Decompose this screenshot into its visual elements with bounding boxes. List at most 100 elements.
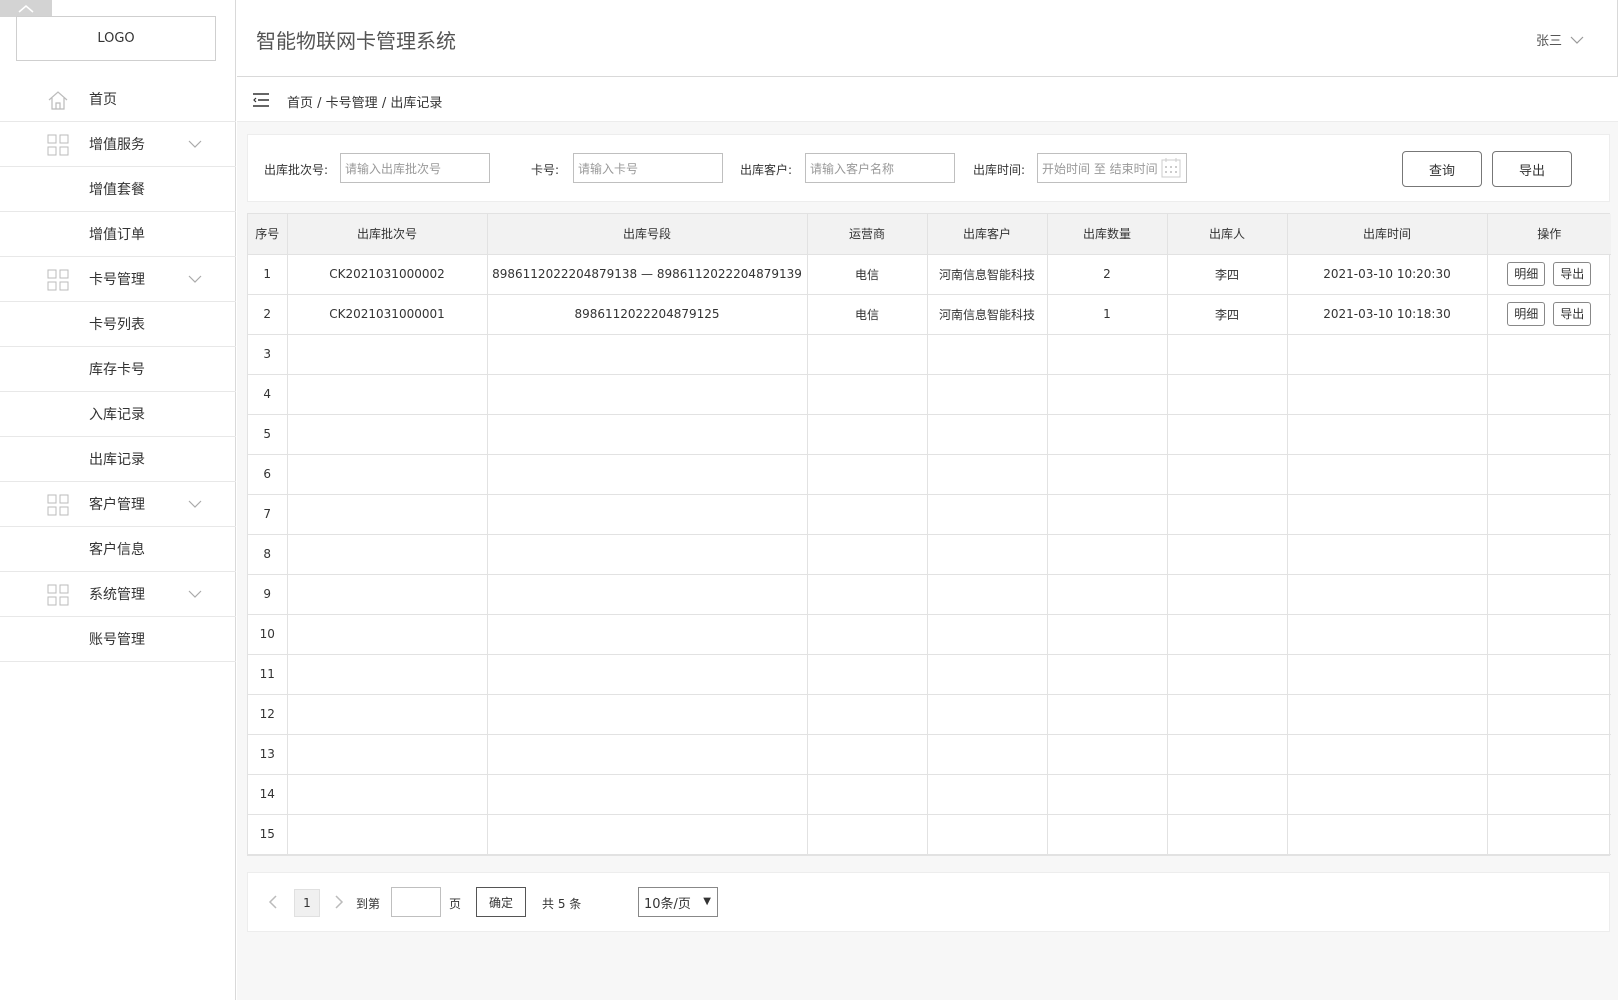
table-cell-operator [1167,694,1288,735]
table-cell-actions [1487,614,1611,655]
row-export-button[interactable]: 导出 [1553,302,1592,326]
table-cell-carrier [807,454,928,495]
table-cell-range [487,534,808,575]
table-cell-batch [287,334,488,375]
sidebar-item-inbound-records[interactable]: 入库记录 [0,392,236,437]
page-number[interactable]: 1 [294,889,320,917]
time-label: 出库时间: [973,163,1026,177]
table-header-row: 序号 出库批次号 出库号段 运营商 出库客户 出库数量 出库人 出库时间 操作 [248,214,1611,255]
sidebar-item-account-management[interactable]: 账号管理 [0,617,236,662]
table-cell-range [487,414,808,455]
customer-placeholder: 请输入客户名称 [810,161,895,176]
row-export-button[interactable]: 导出 [1553,262,1592,286]
table-row: 5 [248,414,1611,455]
table-cell-customer [927,374,1048,415]
sidebar-item-label: 增值套餐 [89,182,145,198]
table-cell-batch [287,814,488,855]
breadcrumb-bar: 首页 / 卡号管理 / 出库记录 [237,78,1618,122]
batch-input[interactable]: 请输入出库批次号 [340,153,490,183]
table-cell-customer [927,654,1048,695]
table-cell-time [1287,694,1488,735]
table-cell-operator [1167,494,1288,535]
goto-page-input[interactable] [391,887,441,917]
card-input[interactable]: 请输入卡号 [573,153,723,183]
sidebar-item-customer-info[interactable]: 客户信息 [0,527,236,572]
sidebar-item-system-management[interactable]: 系统管理 [0,572,236,617]
table-cell-carrier [807,414,928,455]
home-icon [48,91,68,110]
sidebar-item-home[interactable]: 首页 [0,77,236,122]
table-cell-qty [1047,614,1168,655]
table-cell-qty [1047,534,1168,575]
sidebar-item-label: 客户信息 [89,542,145,558]
column-header: 序号 [248,214,288,255]
table-cell-range [487,334,808,375]
table-cell-carrier [807,654,928,695]
table-cell-actions: 明细 导出 [1487,254,1611,295]
table-cell-batch [287,654,488,695]
table-cell-time [1287,334,1488,375]
table-cell-operator [1167,814,1288,855]
table-cell-idx: 12 [248,694,288,735]
grid-icon [47,584,69,606]
table-row: 8 [248,534,1611,575]
breadcrumb-home[interactable]: 首页 [287,96,313,111]
customer-input[interactable]: 请输入客户名称 [805,153,955,183]
confirm-button[interactable]: 确定 [476,887,526,917]
table-cell-batch [287,494,488,535]
date-range-input[interactable]: 开始时间 至 结束时间 [1037,153,1187,183]
sidebar-item-value-packages[interactable]: 增值套餐 [0,167,236,212]
page-size-select[interactable]: 10条/页 ▼ [638,887,718,917]
column-header: 出库数量 [1047,214,1168,255]
sidebar-item-card-list[interactable]: 卡号列表 [0,302,236,347]
app-title: 智能物联网卡管理系统 [256,29,456,53]
user-menu[interactable]: 张三 [1536,30,1584,49]
table-row: 7 [248,494,1611,535]
sidebar-item-stock-cards[interactable]: 库存卡号 [0,347,236,392]
column-header: 出库人 [1167,214,1288,255]
sidebar-item-card-management[interactable]: 卡号管理 [0,257,236,302]
export-button[interactable]: 导出 [1492,151,1572,187]
table-row: 3 [248,334,1611,375]
query-button[interactable]: 查询 [1402,151,1482,187]
table-cell-actions [1487,494,1611,535]
table-cell-actions [1487,694,1611,735]
column-header: 出库号段 [487,214,808,255]
collapse-tab[interactable] [0,0,52,17]
table-row: 12 [248,694,1611,735]
sidebar-item-value-orders[interactable]: 增值订单 [0,212,236,257]
detail-button[interactable]: 明细 [1507,262,1546,286]
table-cell-customer: 河南信息智能科技 [927,254,1048,295]
goto-label: 到第 [356,897,381,911]
table-cell-time [1287,534,1488,575]
detail-button[interactable]: 明细 [1507,302,1546,326]
prev-page-icon[interactable] [266,894,280,910]
sidebar-item-customer-management[interactable]: 客户管理 [0,482,236,527]
sidebar-item-label: 增值服务 [89,137,145,153]
sidebar-item-value-added[interactable]: 增值服务 [0,122,236,167]
table-cell-range [487,654,808,695]
table-cell-qty [1047,654,1168,695]
next-page-icon[interactable] [332,894,346,910]
table-cell-operator: 李四 [1167,254,1288,295]
table-cell-carrier [807,814,928,855]
table-cell-qty [1047,734,1168,775]
sidebar: LOGO 首页 增值服务 增值套餐 增值订单 卡号管理 卡号列表 库存卡号 入库… [0,0,236,1000]
logo: LOGO [16,16,216,61]
table-cell-carrier [807,734,928,775]
sidebar-item-label: 客户管理 [89,497,145,513]
sidebar-menu: 首页 增值服务 增值套餐 增值订单 卡号管理 卡号列表 库存卡号 入库记录 出库… [0,77,236,662]
table-cell-batch [287,574,488,615]
breadcrumb-section[interactable]: 卡号管理 [326,96,378,111]
table-cell-operator [1167,374,1288,415]
filter-panel: 出库批次号: 请输入出库批次号 卡号: 请输入卡号 出库客户: 请输入客户名称 … [247,134,1610,202]
sidebar-item-outbound-records[interactable]: 出库记录 [0,437,236,482]
table-cell-actions [1487,374,1611,415]
sidebar-item-label: 出库记录 [89,452,145,468]
table-cell-customer [927,494,1048,535]
grid-icon [47,134,69,156]
menu-toggle-icon[interactable] [253,93,269,107]
table-cell-time [1287,494,1488,535]
table-cell-customer [927,694,1048,735]
table-cell-operator [1167,534,1288,575]
